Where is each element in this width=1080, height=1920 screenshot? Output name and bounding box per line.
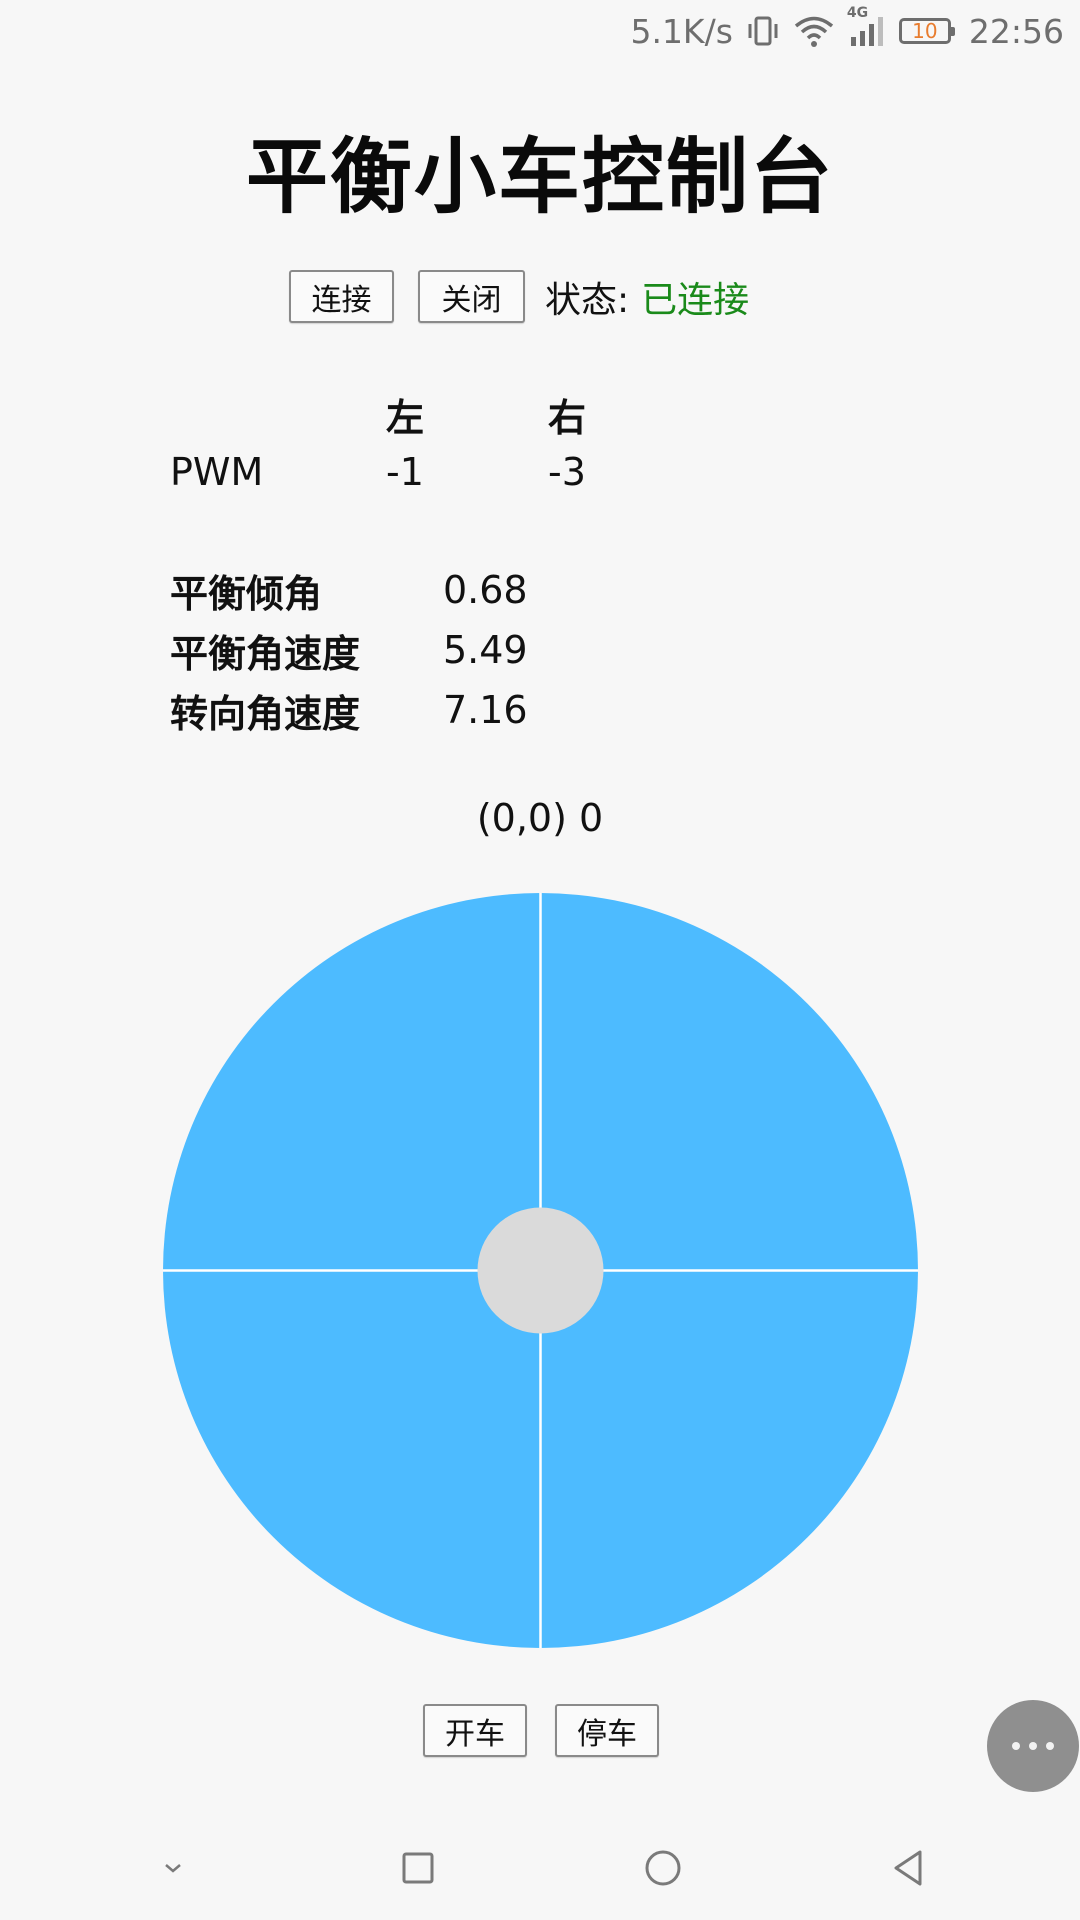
- clock: 22:56: [968, 11, 1064, 51]
- navigation-bar: [0, 1816, 1080, 1920]
- close-button[interactable]: 关闭: [418, 270, 525, 323]
- sensor-label: 转向角速度: [170, 691, 361, 736]
- battery-level: 10: [912, 19, 938, 43]
- signal-icon: 4G: [847, 5, 885, 49]
- more-dot: [1046, 1742, 1054, 1750]
- joystick-pad[interactable]: [163, 893, 918, 1648]
- drive-controls: 开车 停车: [423, 1704, 687, 1757]
- network-type: 4G: [846, 5, 869, 21]
- sensor-value: 7.16: [443, 688, 528, 732]
- pwm-header-empty: [170, 385, 386, 443]
- app-screen: 5.1K/s 4G 10 22:56 平衡小车控制台 连接 关闭 状态: 已连接…: [0, 0, 1080, 1920]
- joystick-knob[interactable]: [477, 1207, 604, 1334]
- vibrate-icon: [745, 13, 781, 49]
- pwm-left-value: -1: [386, 450, 424, 494]
- pwm-right-value: -3: [548, 450, 586, 494]
- wifi-icon: [793, 13, 835, 49]
- sensor-value: 0.68: [443, 568, 528, 612]
- sensor-row-balance-rate: 平衡角速度 5.49: [170, 620, 528, 680]
- battery-icon: 10: [898, 18, 955, 44]
- recent-apps-icon[interactable]: [388, 1838, 448, 1898]
- more-icon[interactable]: [987, 1700, 1079, 1792]
- chevron-down-icon[interactable]: [143, 1838, 203, 1898]
- home-icon[interactable]: [633, 1838, 693, 1898]
- pwm-row: PWM -1 -3: [170, 443, 648, 501]
- pwm-header-left: 左: [386, 395, 425, 440]
- sensor-label: 平衡倾角: [170, 571, 323, 616]
- pwm-header-right: 右: [548, 395, 587, 440]
- connection-row: 连接 关闭 状态: 已连接: [289, 270, 749, 323]
- stop-drive-button[interactable]: 停车: [555, 1704, 659, 1757]
- sensor-value: 5.49: [443, 628, 528, 672]
- sensor-row-turn-rate: 转向角速度 7.16: [170, 680, 528, 740]
- pwm-table: 左 右 PWM -1 -3: [170, 385, 648, 501]
- sensor-label: 平衡角速度: [170, 631, 361, 676]
- more-dot: [1012, 1742, 1020, 1750]
- sensor-row-balance-angle: 平衡倾角 0.68: [170, 560, 528, 620]
- pwm-header-row: 左 右: [170, 385, 648, 443]
- status-bar: 5.1K/s 4G 10 22:56: [0, 0, 1080, 62]
- network-speed: 5.1K/s: [630, 11, 733, 51]
- back-icon[interactable]: [878, 1838, 938, 1898]
- connect-button[interactable]: 连接: [289, 270, 394, 323]
- page-title: 平衡小车控制台: [245, 130, 834, 225]
- joystick-readout: (0,0) 0: [476, 796, 604, 840]
- more-dot: [1029, 1742, 1037, 1750]
- status-label: 状态:: [545, 279, 630, 321]
- pwm-row-label: PWM: [170, 450, 264, 494]
- start-drive-button[interactable]: 开车: [423, 1704, 527, 1757]
- connection-status: 已连接: [641, 279, 750, 321]
- sensor-table: 平衡倾角 0.68 平衡角速度 5.49 转向角速度 7.16: [170, 560, 528, 740]
